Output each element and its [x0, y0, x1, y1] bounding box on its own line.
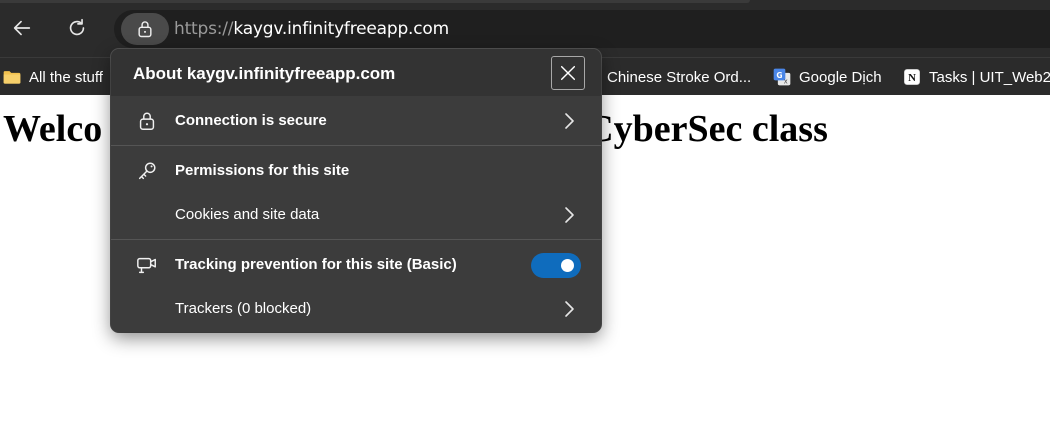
bookmark-label: Google Dịch	[799, 68, 882, 86]
chevron-right-icon	[565, 113, 574, 129]
toggle-knob	[561, 259, 574, 272]
divider	[111, 145, 601, 146]
trackers-label: Trackers (0 blocked)	[175, 300, 312, 317]
svg-text:N: N	[908, 72, 916, 84]
lock-icon	[136, 110, 158, 132]
bookmark-label: Chinese Stroke Ord...	[607, 68, 752, 86]
chevron-right-icon	[565, 207, 574, 223]
url-text[interactable]: https://kaygv.infinityfreeapp.com	[174, 19, 449, 39]
popup-header: About kaygv.infinityfreeapp.com	[111, 49, 601, 96]
address-bar[interactable]: https://kaygv.infinityfreeapp.com	[114, 10, 1050, 48]
refresh-icon	[69, 18, 85, 36]
connection-secure-row[interactable]: Connection is secure	[111, 98, 601, 144]
close-button[interactable]	[551, 56, 585, 90]
tracking-camera-icon	[136, 254, 158, 276]
permissions-label: Permissions for this site	[175, 162, 350, 179]
bookmark-label: Tasks | UIT_Web2	[929, 68, 1050, 86]
page-heading-right: CyberSec class	[586, 108, 828, 150]
site-info-popup: About kaygv.infinityfreeapp.com Connecti…	[111, 49, 601, 332]
url-host: kaygv.infinityfreeapp.com	[233, 19, 449, 39]
folder-icon	[3, 71, 21, 84]
trackers-row[interactable]: Trackers (0 blocked)	[111, 286, 601, 332]
cookies-site-data-label: Cookies and site data	[175, 206, 320, 223]
permissions-row: Permissions for this site	[111, 148, 601, 194]
cookies-site-data-row[interactable]: Cookies and site data	[111, 192, 601, 238]
close-icon	[560, 65, 576, 81]
divider	[111, 239, 601, 240]
page-heading-left: Welco	[3, 108, 103, 150]
chevron-right-icon	[565, 301, 574, 317]
tracking-prevention-label: Tracking prevention for this site (Basic…	[175, 256, 457, 273]
google-translate-icon: G x	[773, 68, 791, 86]
back-arrow-icon	[13, 20, 31, 36]
connection-secure-label: Connection is secure	[175, 112, 327, 129]
bookmark-all-the-stuff[interactable]: All the stuff	[2, 65, 103, 89]
notion-icon: N	[904, 69, 920, 85]
bookmark-notion-tasks[interactable]: N Tasks | UIT_Web2	[902, 65, 1050, 89]
popup-title: About kaygv.infinityfreeapp.com	[133, 64, 396, 83]
refresh-button[interactable]	[60, 11, 94, 45]
bookmark-chinese-stroke[interactable]: Chinese Stroke Ord...	[607, 65, 751, 89]
tracking-prevention-row: Tracking prevention for this site (Basic…	[111, 242, 601, 288]
bookmark-google-translate[interactable]: G x Google Dịch	[772, 65, 882, 89]
tab-strip-edge	[0, 0, 750, 3]
key-icon	[136, 160, 158, 182]
tracking-prevention-toggle[interactable]	[531, 253, 581, 278]
lock-icon	[138, 21, 152, 38]
svg-text:G: G	[776, 71, 782, 80]
url-scheme: https://	[174, 19, 234, 39]
back-button[interactable]	[5, 11, 39, 45]
site-info-button[interactable]	[121, 13, 169, 45]
svg-text:x: x	[784, 78, 788, 86]
bookmark-label: All the stuff	[29, 68, 103, 86]
